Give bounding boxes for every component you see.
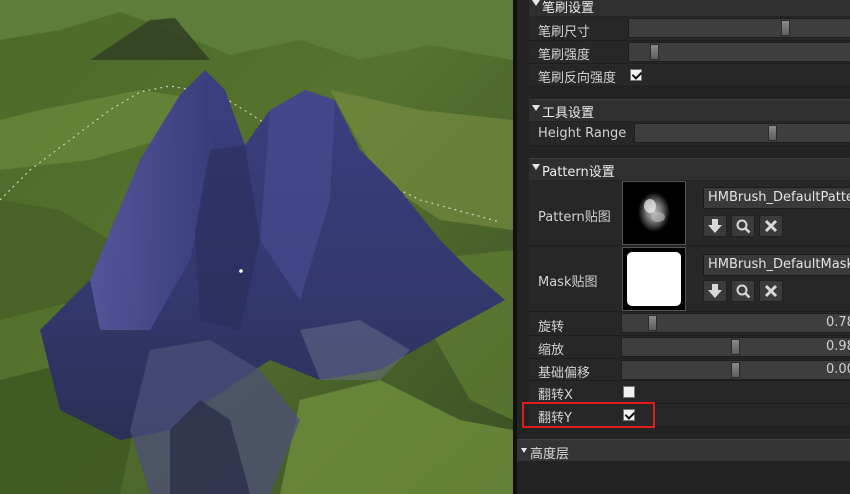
property-label: Height Range [538, 126, 627, 141]
expand-arrow-icon[interactable] [532, 0, 540, 6]
expand-arrow-icon[interactable] [532, 164, 540, 170]
category-pattern-settings[interactable]: Pattern设置 [529, 158, 850, 180]
property-pattern-texture: Pattern贴图 HMBrush_DefaultPatt [529, 181, 850, 246]
rotation-value: 0.78 [826, 315, 850, 330]
property-height-range: Height Range [529, 122, 850, 146]
property-label: 基础偏移 [538, 366, 591, 381]
property-brush-strength: 笔刷强度 [529, 41, 850, 64]
property-label: 缩放 [538, 343, 565, 358]
property-brush-size: 笔刷尺寸 [529, 17, 850, 41]
pattern-asset-name[interactable]: HMBrush_DefaultPattern [703, 187, 850, 209]
mask-asset-name[interactable]: HMBrush_DefaultMask.p [703, 254, 850, 276]
category-title: 工具设置 [542, 106, 595, 121]
details-panel: 笔刷设置 笔刷尺寸 笔刷强度 笔刷反向强度 工具设置 Height Range [517, 0, 850, 494]
section-height-layers[interactable]: 高度层 [517, 439, 850, 462]
property-flip-y: 翻转Y [529, 404, 850, 427]
flip-y-checkbox[interactable] [623, 409, 635, 421]
rotation-slider[interactable]: 0.78 [621, 313, 850, 333]
browse-asset-button[interactable] [731, 215, 755, 237]
property-label: 旋转 [538, 320, 565, 335]
clear-asset-button[interactable] [759, 280, 783, 302]
height-range-slider[interactable] [634, 123, 850, 143]
close-icon [764, 219, 778, 233]
brush-size-slider[interactable] [628, 18, 850, 38]
browse-asset-button[interactable] [731, 280, 755, 302]
property-mask-texture: Mask贴图 HMBrush_DefaultMask.p [529, 246, 850, 312]
category-title: 笔刷设置 [542, 1, 595, 16]
slider-handle[interactable] [730, 362, 740, 378]
property-scale: 缩放 0.98 [529, 336, 850, 359]
property-label: 笔刷反向强度 [538, 71, 617, 86]
mask-preview-image [623, 248, 685, 310]
base-offset-slider[interactable]: 0.00 [621, 360, 850, 380]
slider-handle[interactable] [730, 339, 740, 355]
property-label: 翻转Y [538, 411, 572, 426]
section-title: 高度层 [530, 447, 570, 462]
arrow-down-icon [708, 284, 722, 298]
clear-asset-button[interactable] [759, 215, 783, 237]
brush-strength-slider[interactable] [628, 42, 850, 62]
terrain-viewport[interactable] [0, 0, 513, 494]
property-label: 笔刷强度 [538, 48, 591, 63]
scale-slider[interactable]: 0.98 [621, 337, 850, 357]
category-brush-settings[interactable]: 笔刷设置 [529, 0, 850, 16]
category-tool-settings[interactable]: 工具设置 [529, 99, 850, 121]
scale-value: 0.98 [826, 339, 850, 354]
property-label: Mask贴图 [538, 275, 598, 290]
property-label: Pattern贴图 [538, 210, 611, 225]
category-title: Pattern设置 [542, 165, 615, 180]
slider-handle[interactable] [647, 315, 657, 331]
flip-x-checkbox[interactable] [623, 386, 635, 398]
slider-handle[interactable] [768, 125, 778, 141]
slider-handle[interactable] [649, 44, 659, 60]
pattern-preview-image [623, 182, 685, 244]
use-asset-button[interactable] [703, 215, 727, 237]
property-brush-invert: 笔刷反向强度 [529, 64, 850, 87]
expand-arrow-icon[interactable] [521, 448, 527, 453]
pattern-texture-thumbnail[interactable] [622, 181, 686, 245]
property-label: 笔刷尺寸 [538, 25, 591, 40]
expand-arrow-icon[interactable] [532, 105, 540, 111]
property-base-offset: 基础偏移 0.00 [529, 359, 850, 381]
base-offset-value: 0.00 [826, 362, 850, 377]
property-flip-x: 翻转X [529, 381, 850, 404]
arrow-down-icon [708, 219, 722, 233]
use-asset-button[interactable] [703, 280, 727, 302]
slider-handle[interactable] [781, 20, 791, 36]
mask-texture-thumbnail[interactable] [622, 247, 686, 311]
magnifier-icon [736, 284, 751, 299]
terrain-render [0, 0, 513, 494]
magnifier-icon [736, 219, 751, 234]
brush-invert-checkbox[interactable] [630, 69, 642, 81]
close-icon [764, 284, 778, 298]
details-content: 笔刷设置 笔刷尺寸 笔刷强度 笔刷反向强度 工具设置 Height Range [517, 0, 850, 494]
property-rotation: 旋转 0.78 [529, 312, 850, 336]
property-label: 翻转X [538, 388, 573, 403]
